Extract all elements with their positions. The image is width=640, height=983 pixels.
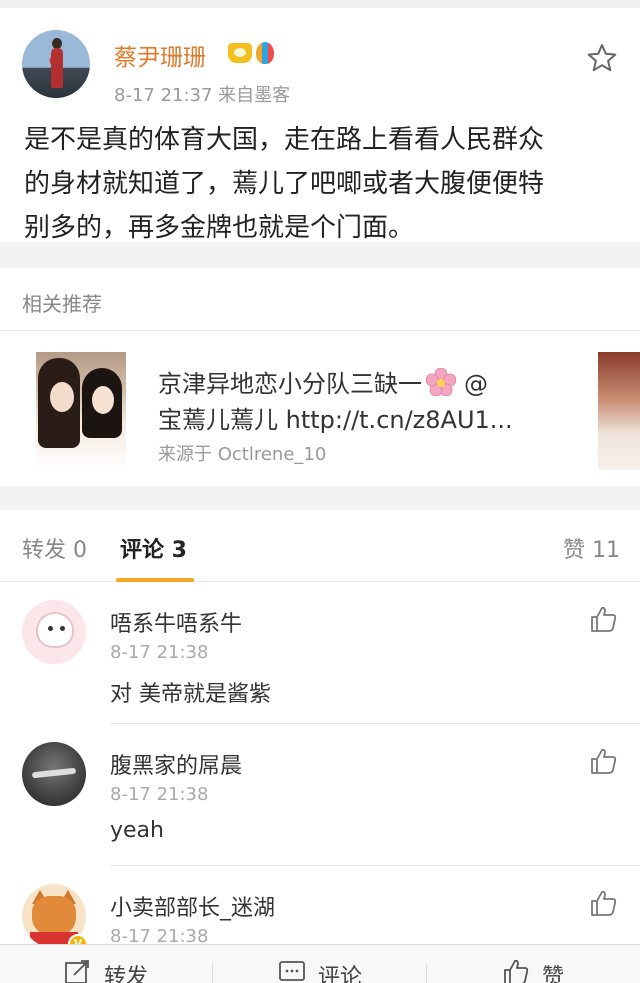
repost-label: 转发 xyxy=(104,965,149,983)
related-source: 来源于 Octlrene_10 xyxy=(158,444,327,465)
related-title-text: 京津异地恋小分队三缺一 xyxy=(158,370,422,398)
comment-text: 对 美帝就是酱紫 xyxy=(110,682,271,707)
comment-list: 唔系牛唔系牛 8-17 21:38 对 美帝就是酱紫 腹黑家的屌晨 8-17 2… xyxy=(0,582,640,944)
related-at-sign: @ xyxy=(464,370,488,398)
balloon-badge-icon xyxy=(256,42,274,64)
like-label: 赞 xyxy=(542,965,565,983)
comment-author[interactable]: 小卖部部长_迷湖 xyxy=(110,890,275,922)
post-text-line: 是不是真的体育大国，走在路上看看人民群众 xyxy=(24,125,545,155)
tab-repost[interactable]: 转发 0 xyxy=(22,532,87,564)
avatar[interactable] xyxy=(22,742,86,806)
related-item-title[interactable]: 京津异地恋小分队三缺一 @ xyxy=(158,364,488,399)
post-card: 蔡尹珊珊 8-17 21:37 来自墨客 是不是真的体育大国，走在路上看看人民群… xyxy=(0,8,640,243)
top-strip xyxy=(0,0,640,8)
list-item: 腹黑家的屌晨 8-17 21:38 yeah xyxy=(0,724,640,866)
interaction-tabs: 转发 0 评论 3 赞 11 xyxy=(0,510,640,582)
post-text-line: 的身材就知道了，蔫儿了吧唧或者大腹便便特 xyxy=(24,169,545,199)
comment-time: 8-17 21:38 xyxy=(110,784,209,805)
like-icon xyxy=(504,959,529,983)
related-thumbnail[interactable] xyxy=(36,352,126,470)
star-icon[interactable] xyxy=(586,42,618,74)
post-text: 是不是真的体育大国，走在路上看看人民群众 的身材就知道了，蔫儿了吧唧或者大腹便便… xyxy=(24,118,624,250)
thumb-up-icon[interactable] xyxy=(588,746,618,776)
divider xyxy=(212,963,213,983)
thumb-up-icon[interactable] xyxy=(588,604,618,634)
related-title: 相关推荐 xyxy=(22,292,102,316)
avatar-shape xyxy=(32,896,76,936)
avatar-shape xyxy=(36,612,74,648)
comment-time: 8-17 21:38 xyxy=(110,642,209,663)
related-section: 相关推荐 京津异地恋小分队三缺一 @ 宝蔫儿蔫儿 http://t.cn/z8A… xyxy=(0,268,640,486)
like-button[interactable]: 赞 xyxy=(502,959,564,983)
tab-comment[interactable]: 评论 3 xyxy=(120,532,187,564)
post-text-line: 别多的，再多金牌也就是个门面。 xyxy=(24,213,415,243)
author-name[interactable]: 蔡尹珊珊 xyxy=(114,38,206,72)
repost-icon xyxy=(65,960,89,983)
repost-button[interactable]: 转发 xyxy=(64,959,148,983)
comment-author[interactable]: 唔系牛唔系牛 xyxy=(110,606,242,638)
comment-label: 评论 xyxy=(318,965,363,983)
avatar[interactable] xyxy=(22,600,86,664)
avatar-shape xyxy=(60,626,65,631)
flower-emoji-icon xyxy=(426,368,456,396)
divider xyxy=(426,963,427,983)
tab-like[interactable]: 赞 11 xyxy=(563,532,620,564)
crown-badge-icon xyxy=(228,43,252,63)
author-avatar[interactable] xyxy=(22,30,90,98)
list-item: 小卖部部长_迷湖 8-17 21:38 xyxy=(0,866,640,944)
comment-button[interactable]: 评论 xyxy=(278,959,362,983)
author-badges xyxy=(228,42,274,64)
avatar-shape xyxy=(48,626,53,631)
related-item-link[interactable]: 宝蔫儿蔫儿 http://t.cn/z8AU1... xyxy=(158,400,513,435)
bottom-action-bar: 转发 评论 赞 xyxy=(0,944,640,983)
thumb-up-icon[interactable] xyxy=(588,888,618,918)
thumb-face xyxy=(50,382,74,412)
comment-text: yeah xyxy=(110,818,164,843)
comment-icon xyxy=(279,961,305,981)
avatar-figure xyxy=(51,48,63,88)
thumb-face xyxy=(92,386,114,414)
post-meta: 8-17 21:37 来自墨客 xyxy=(114,85,291,106)
related-thumbnail-next[interactable] xyxy=(598,352,640,470)
divider xyxy=(0,330,640,331)
list-item: 唔系牛唔系牛 8-17 21:38 对 美帝就是酱紫 xyxy=(0,582,640,724)
comment-author[interactable]: 腹黑家的屌晨 xyxy=(110,748,242,780)
comment-time: 8-17 21:38 xyxy=(110,926,209,944)
avatar-shape xyxy=(31,767,77,779)
